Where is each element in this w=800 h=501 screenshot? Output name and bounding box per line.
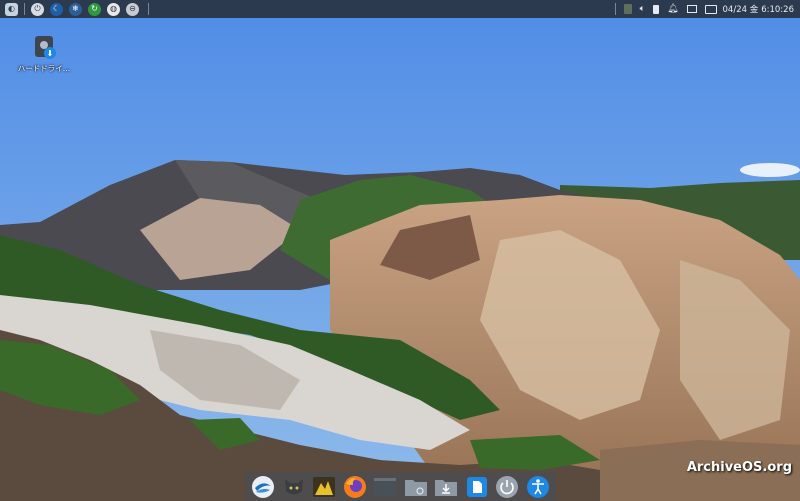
display-icon[interactable]: [686, 5, 697, 13]
panel-separator: [614, 3, 616, 15]
top-panel: ◐ ⏻ ☾ ❄ ↻ ◍ ⊖ 🔈︎ 🔔︎ 04/24 金 6:10:26: [0, 0, 800, 18]
volume-icon[interactable]: 🔈︎: [640, 4, 645, 14]
trash-icon[interactable]: [623, 4, 632, 14]
terminal-app-icon[interactable]: [372, 474, 399, 499]
power-button-icon[interactable]: [494, 474, 521, 499]
hard-drive-icon: ⬇: [33, 35, 56, 59]
file-manager-icon[interactable]: [403, 474, 430, 499]
firefox-browser-icon[interactable]: [342, 474, 369, 499]
panel-separator: [24, 3, 25, 15]
battery-icon[interactable]: [653, 4, 660, 14]
watermark: ArchiveOS.org: [686, 460, 792, 475]
download-badge-icon: ⬇: [44, 47, 56, 59]
power-icon[interactable]: ⏻: [31, 2, 44, 16]
panel-separator: [148, 3, 149, 15]
overview-icon[interactable]: ◍: [107, 2, 120, 16]
cat-app-icon[interactable]: [281, 474, 308, 499]
desktop-icon-label: ハードドライ…: [17, 64, 71, 73]
desktop-icon-hard-drive[interactable]: ⬇ ハードドライ…: [14, 35, 74, 74]
snowflake-icon[interactable]: ❄: [69, 2, 82, 16]
dock: [245, 472, 556, 501]
accessibility-button-icon[interactable]: [525, 474, 552, 499]
launcher-app-icon[interactable]: [250, 474, 277, 499]
files-app-icon[interactable]: [464, 474, 491, 499]
desktop-wallpaper: [0, 0, 800, 501]
moon-icon[interactable]: ☾: [50, 2, 63, 16]
minimize-icon[interactable]: ⊖: [126, 2, 139, 16]
clock-date: 04/24 金: [722, 5, 759, 15]
downloads-folder-icon[interactable]: [433, 474, 460, 499]
notification-bell-icon[interactable]: 🔔︎: [667, 4, 678, 14]
panel-clock[interactable]: 04/24 金 6:10:26: [723, 3, 797, 15]
keyboard-icon[interactable]: [704, 4, 717, 14]
start-menu-icon[interactable]: ◐: [5, 2, 18, 16]
refresh-icon[interactable]: ↻: [88, 2, 101, 16]
clock-time: 6:10:26: [761, 5, 794, 15]
photo-app-icon[interactable]: [311, 474, 338, 499]
